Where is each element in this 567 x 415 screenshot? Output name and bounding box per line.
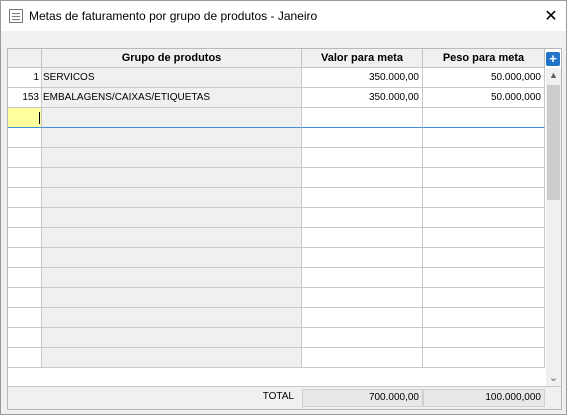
cell-code[interactable]	[8, 248, 42, 268]
cell-peso[interactable]	[423, 328, 545, 348]
cell-valor[interactable]	[302, 328, 423, 348]
cell-group[interactable]: EMBALAGENS/CAIXAS/ETIQUETAS	[42, 88, 302, 108]
cell-code[interactable]	[8, 148, 42, 168]
cell-valor[interactable]	[302, 188, 423, 208]
cell-peso[interactable]: 50.000,000	[423, 68, 545, 88]
cell-peso[interactable]	[423, 268, 545, 288]
cell-group[interactable]	[42, 108, 302, 128]
cell-group[interactable]: SERVICOS	[42, 68, 302, 88]
cell-valor[interactable]	[302, 168, 423, 188]
window-title: Metas de faturamento por grupo de produt…	[29, 9, 318, 23]
cell-valor[interactable]	[302, 148, 423, 168]
cell-valor[interactable]: 350.000,00	[302, 68, 423, 88]
cell-group[interactable]	[42, 188, 302, 208]
cell-valor[interactable]	[302, 288, 423, 308]
cell-group[interactable]	[42, 128, 302, 148]
cell-group[interactable]	[42, 228, 302, 248]
total-label: TOTAL	[262, 391, 294, 402]
cell-code[interactable]: 1	[8, 68, 42, 88]
totals-footer: TOTAL 700.000,00 100.000,000	[8, 386, 561, 409]
column-header-valor[interactable]: Valor para meta	[302, 49, 423, 68]
cell-peso[interactable]	[423, 308, 545, 328]
cell-peso[interactable]	[423, 128, 545, 148]
vertical-scrollbar[interactable]: ▲ ⌄	[546, 68, 561, 386]
cell-group[interactable]	[42, 148, 302, 168]
total-peso: 100.000,000	[423, 389, 545, 407]
cell-valor[interactable]	[302, 128, 423, 148]
cell-group[interactable]	[42, 248, 302, 268]
title-bar: Metas de faturamento por grupo de produt…	[1, 1, 566, 31]
cell-peso[interactable]	[423, 288, 545, 308]
cell-group[interactable]	[42, 288, 302, 308]
cell-peso[interactable]	[423, 208, 545, 228]
cell-code-input[interactable]	[8, 108, 42, 128]
cell-group[interactable]	[42, 348, 302, 368]
cell-valor[interactable]	[302, 248, 423, 268]
text-caret	[39, 112, 40, 124]
cell-code[interactable]	[8, 328, 42, 348]
cell-peso[interactable]	[423, 228, 545, 248]
cell-valor[interactable]	[302, 108, 423, 128]
cell-valor[interactable]	[302, 208, 423, 228]
cell-code[interactable]	[8, 168, 42, 188]
cell-valor[interactable]	[302, 228, 423, 248]
cell-code[interactable]	[8, 188, 42, 208]
cell-valor[interactable]	[302, 308, 423, 328]
cell-code[interactable]: 153	[8, 88, 42, 108]
cell-code[interactable]	[8, 288, 42, 308]
document-list-icon	[9, 9, 23, 23]
scroll-thumb[interactable]	[547, 85, 560, 200]
close-button[interactable]: ✕	[536, 1, 566, 31]
cell-group[interactable]	[42, 328, 302, 348]
cell-valor[interactable]	[302, 268, 423, 288]
add-row-button[interactable]: +	[546, 52, 560, 66]
cell-group[interactable]	[42, 168, 302, 188]
cell-group[interactable]	[42, 268, 302, 288]
scroll-down-icon[interactable]: ⌄	[546, 371, 561, 386]
cell-peso[interactable]	[423, 168, 545, 188]
cell-group[interactable]	[42, 308, 302, 328]
cell-peso[interactable]	[423, 148, 545, 168]
cell-code[interactable]	[8, 308, 42, 328]
cell-valor[interactable]	[302, 348, 423, 368]
cell-code[interactable]	[8, 128, 42, 148]
cell-peso[interactable]	[423, 348, 545, 368]
column-header-grupo[interactable]: Grupo de produtos	[42, 49, 302, 68]
cell-peso[interactable]	[423, 188, 545, 208]
column-header-peso[interactable]: Peso para meta	[423, 49, 545, 68]
cell-valor[interactable]: 350.000,00	[302, 88, 423, 108]
total-valor: 700.000,00	[302, 389, 423, 407]
cell-code[interactable]	[8, 208, 42, 228]
cell-code[interactable]	[8, 348, 42, 368]
dialog-window: Metas de faturamento por grupo de produt…	[0, 0, 567, 415]
cell-code[interactable]	[8, 228, 42, 248]
cell-code[interactable]	[8, 268, 42, 288]
column-header-code[interactable]	[8, 49, 42, 68]
goals-grid: Grupo de produtos Valor para meta Peso p…	[7, 48, 562, 410]
cell-peso[interactable]: 50.000,000	[423, 88, 545, 108]
cell-peso[interactable]	[423, 108, 545, 128]
scroll-up-icon[interactable]: ▲	[546, 68, 561, 83]
cell-peso[interactable]	[423, 248, 545, 268]
cell-group[interactable]	[42, 208, 302, 228]
